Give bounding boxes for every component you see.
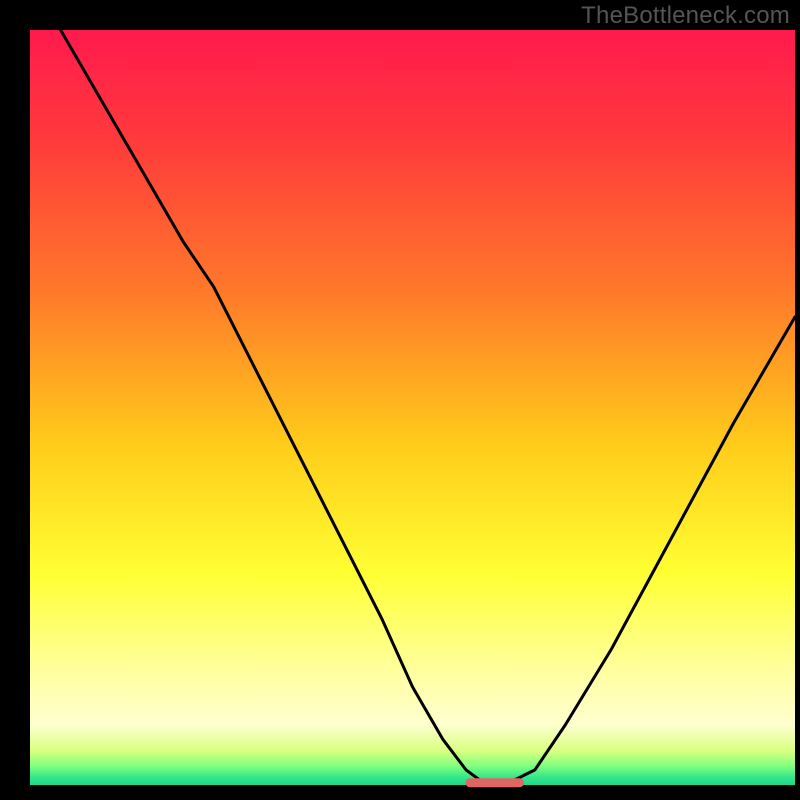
plot-background bbox=[30, 30, 795, 785]
chart-frame: TheBottleneck.com bbox=[0, 0, 800, 800]
watermark-text: TheBottleneck.com bbox=[581, 2, 790, 30]
chart-svg bbox=[0, 0, 800, 800]
